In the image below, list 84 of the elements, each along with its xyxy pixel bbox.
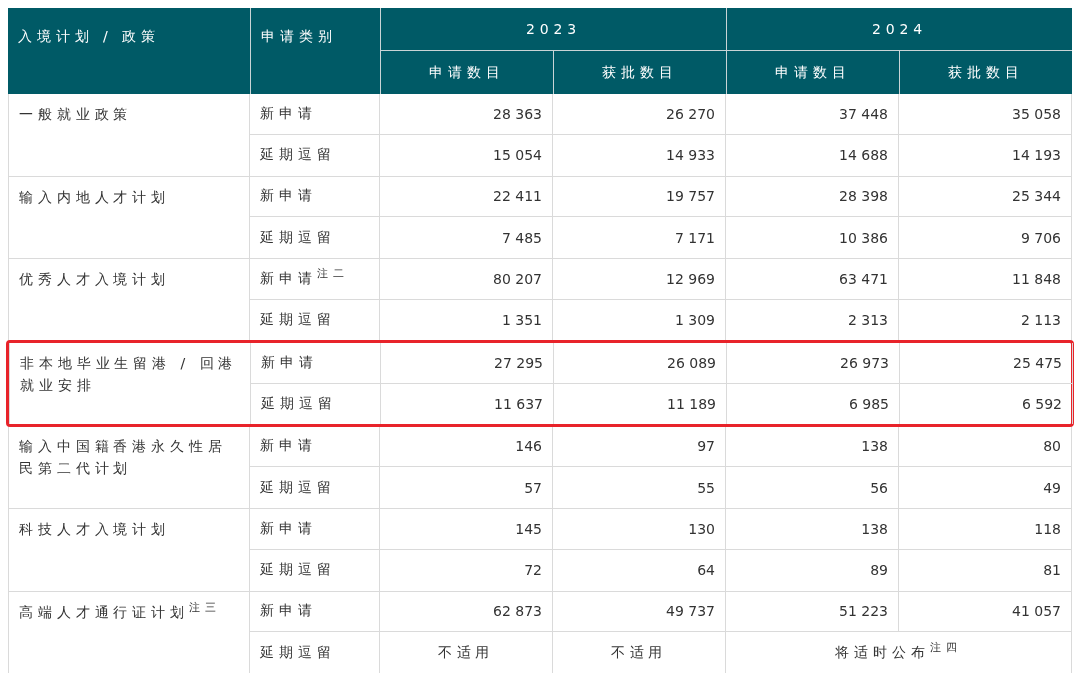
table-cell: 1 351 bbox=[380, 300, 553, 341]
column-header: 获批数目 bbox=[899, 51, 1072, 94]
table-cell: 7 485 bbox=[380, 217, 553, 259]
table-cell: 41 057 bbox=[899, 591, 1072, 633]
table-cell: 输入内地人才计划 bbox=[8, 176, 250, 259]
table-cell: 49 bbox=[899, 467, 1072, 508]
table-cell: 130 bbox=[553, 508, 726, 550]
table-cell: 26 270 bbox=[553, 94, 726, 135]
table-cell: 26 089 bbox=[554, 342, 727, 384]
table-cell: 14 193 bbox=[899, 134, 1072, 176]
table-cell: 延期逗留 bbox=[250, 549, 380, 591]
table-cell: 35 058 bbox=[899, 94, 1072, 135]
table-cell: 89 bbox=[726, 549, 899, 591]
table-cell: 高端人才通行证计划$^{注三}$ bbox=[8, 591, 250, 673]
table-cell: 输入中国籍香港永久性居民第二代计划 bbox=[8, 426, 250, 508]
table-cell: 97 bbox=[553, 426, 726, 468]
table-cell: 10 386 bbox=[726, 217, 899, 259]
table-cell: 6 985 bbox=[727, 383, 900, 425]
table-cell: 146 bbox=[380, 426, 553, 468]
table-cell: 138 bbox=[726, 426, 899, 468]
table-cell: 56 bbox=[726, 467, 899, 508]
column-header: 入境计划 / 政策 bbox=[17, 27, 161, 46]
table-cell: 非本地毕业生留港 / 回港就业安排 bbox=[9, 342, 251, 425]
table-cell: 延期逗留 bbox=[250, 217, 380, 259]
table-cell: 新申请 bbox=[250, 426, 380, 468]
table-cell: 62 873 bbox=[380, 591, 553, 633]
table-cell: 新申请 bbox=[250, 94, 380, 135]
table-cell: 72 bbox=[380, 549, 553, 591]
table-cell: 延期逗留 bbox=[250, 632, 380, 673]
table-cell: 25 344 bbox=[899, 176, 1072, 218]
table-cell: 新申请 bbox=[250, 176, 380, 218]
table-cell: 6 592 bbox=[900, 383, 1073, 425]
column-header: 申请数目 bbox=[380, 51, 553, 94]
table-cell: 80 bbox=[899, 426, 1072, 468]
table-cell: 延期逗留 bbox=[250, 467, 380, 508]
table-cell: 不适用 bbox=[380, 632, 553, 673]
table-cell: 优秀人才入境计划 bbox=[8, 259, 250, 341]
table-cell: 9 706 bbox=[899, 217, 1072, 259]
table-cell: 81 bbox=[899, 549, 1072, 591]
table-cell: 新申请 bbox=[250, 591, 380, 633]
table-cell: 11 189 bbox=[554, 383, 727, 425]
table-cell: 28 398 bbox=[726, 176, 899, 218]
column-header: 获批数目 bbox=[553, 51, 726, 94]
table-cell: 新申请 bbox=[250, 508, 380, 550]
column-header: 2023 bbox=[380, 8, 726, 51]
table-cell: 37 448 bbox=[726, 94, 899, 135]
table-cell: 19 757 bbox=[553, 176, 726, 218]
table-cell: 27 295 bbox=[381, 342, 554, 384]
table-cell: 55 bbox=[553, 467, 726, 508]
table-cell: 15 054 bbox=[380, 134, 553, 176]
table-cell: 12 969 bbox=[553, 259, 726, 300]
column-header: 申请数目 bbox=[726, 51, 899, 94]
table-cell: 80 207 bbox=[380, 259, 553, 300]
table-cell: 一般就业政策 bbox=[8, 94, 250, 176]
table-cell: 1 309 bbox=[553, 300, 726, 341]
table-cell: 新申请$^{注二}$ bbox=[250, 259, 380, 300]
table-cell: 延期逗留 bbox=[251, 383, 381, 425]
table-cell: 11 637 bbox=[381, 383, 554, 425]
table-cell: 2 113 bbox=[899, 300, 1072, 341]
table-cell: 延期逗留 bbox=[250, 134, 380, 176]
table-cell: 14 688 bbox=[726, 134, 899, 176]
table-cell: 22 411 bbox=[380, 176, 553, 218]
table-cell: 科技人才入境计划 bbox=[8, 508, 250, 591]
table-cell: 49 737 bbox=[553, 591, 726, 633]
table-cell: 64 bbox=[553, 549, 726, 591]
column-header: 2024 bbox=[726, 8, 1072, 51]
table-cell: 138 bbox=[726, 508, 899, 550]
table-cell: 51 223 bbox=[726, 591, 899, 633]
table-cell: 将适时公布$^{注四}$ bbox=[726, 632, 1072, 673]
table-cell: 28 363 bbox=[380, 94, 553, 135]
table-cell: 新申请 bbox=[251, 342, 381, 384]
table-cell: 不适用 bbox=[553, 632, 726, 673]
table-cell: 延期逗留 bbox=[250, 300, 380, 341]
column-header: 申请类别 bbox=[250, 8, 380, 94]
table-cell: 14 933 bbox=[553, 134, 726, 176]
table-cell: 25 475 bbox=[900, 342, 1073, 384]
table-cell: 63 471 bbox=[726, 259, 899, 300]
table-cell: 2 313 bbox=[726, 300, 899, 341]
table-cell: 57 bbox=[380, 467, 553, 508]
table-cell: 145 bbox=[380, 508, 553, 550]
table-cell: 26 973 bbox=[727, 342, 900, 384]
table-cell: 11 848 bbox=[899, 259, 1072, 300]
table-cell: 7 171 bbox=[553, 217, 726, 259]
table-cell: 118 bbox=[899, 508, 1072, 550]
